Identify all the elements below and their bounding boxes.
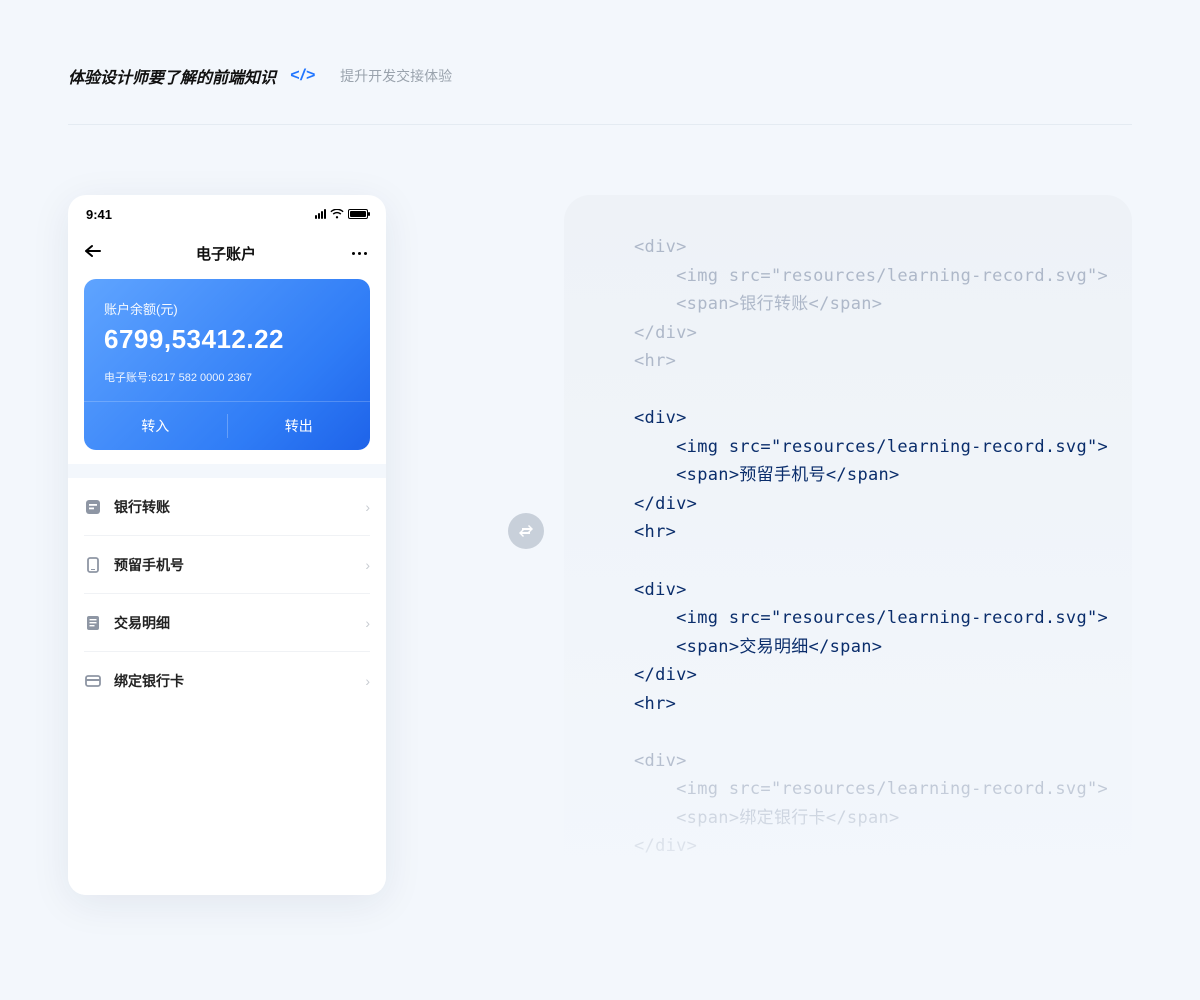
status-time: 9:41 bbox=[86, 207, 112, 222]
nav-title: 电子账户 bbox=[196, 243, 256, 264]
menu-item-bind-card[interactable]: 绑定银行卡 › bbox=[84, 652, 370, 710]
menu-list: 银行转账 › 预留手机号 › 交易明细 › 绑 bbox=[68, 478, 386, 895]
menu-item-transactions[interactable]: 交易明细 › bbox=[84, 594, 370, 652]
phone-icon bbox=[84, 556, 102, 574]
transfer-out-button[interactable]: 转出 bbox=[228, 402, 371, 450]
phone-mockup: 9:41 电子账户 账户余额(元) 6799,53412.22 电子账号:621… bbox=[68, 195, 386, 895]
menu-item-bank-transfer[interactable]: 银行转账 › bbox=[84, 478, 370, 536]
code-block-spacer bbox=[634, 376, 1084, 405]
page-subtitle: 提升开发交接体验 bbox=[340, 66, 452, 86]
doc-icon bbox=[84, 498, 102, 516]
transfer-in-button[interactable]: 转入 bbox=[84, 402, 227, 450]
chevron-right-icon: › bbox=[365, 673, 370, 689]
swap-icon bbox=[508, 513, 544, 549]
code-block-faded: <div> <img src="resources/learning-recor… bbox=[634, 233, 1084, 376]
chevron-right-icon: › bbox=[365, 499, 370, 515]
divider bbox=[68, 124, 1132, 125]
menu-label: 预留手机号 bbox=[114, 555, 365, 575]
code-block-faded: <div> <img src="resources/learning-recor… bbox=[634, 747, 1084, 861]
menu-label: 银行转账 bbox=[114, 497, 365, 517]
more-icon[interactable] bbox=[350, 245, 370, 261]
back-arrow-icon[interactable] bbox=[84, 244, 102, 263]
chevron-right-icon: › bbox=[365, 557, 370, 573]
list-icon bbox=[84, 614, 102, 632]
status-bar: 9:41 bbox=[68, 195, 386, 233]
code-block: <div> <img src="resources/learning-recor… bbox=[634, 404, 1084, 547]
code-panel: <div> <img src="resources/learning-recor… bbox=[564, 195, 1132, 895]
code-block-spacer bbox=[634, 718, 1084, 747]
balance-label: 账户余额(元) bbox=[104, 299, 350, 318]
chevron-right-icon: › bbox=[365, 615, 370, 631]
nav-bar: 电子账户 bbox=[68, 233, 386, 273]
balance-amount: 6799,53412.22 bbox=[104, 324, 350, 355]
page-title: 体验设计师要了解的前端知识 bbox=[68, 64, 276, 88]
wifi-icon bbox=[330, 207, 344, 222]
code-block-spacer bbox=[634, 547, 1084, 576]
balance-card: 账户余额(元) 6799,53412.22 电子账号:6217 582 0000… bbox=[84, 279, 370, 450]
menu-label: 绑定银行卡 bbox=[114, 671, 365, 691]
page-header: 体验设计师要了解的前端知识 </> 提升开发交接体验 bbox=[0, 0, 1200, 112]
signal-icon bbox=[315, 209, 326, 219]
menu-item-phone[interactable]: 预留手机号 › bbox=[84, 536, 370, 594]
section-gap bbox=[68, 464, 386, 478]
menu-label: 交易明细 bbox=[114, 613, 365, 633]
account-number: 电子账号:6217 582 0000 2367 bbox=[104, 369, 350, 385]
code-brackets-icon: </> bbox=[290, 67, 316, 85]
code-block: <div> <img src="resources/learning-recor… bbox=[634, 576, 1084, 719]
card-actions: 转入 转出 bbox=[84, 401, 370, 450]
card-icon bbox=[84, 672, 102, 690]
battery-icon bbox=[348, 209, 368, 219]
